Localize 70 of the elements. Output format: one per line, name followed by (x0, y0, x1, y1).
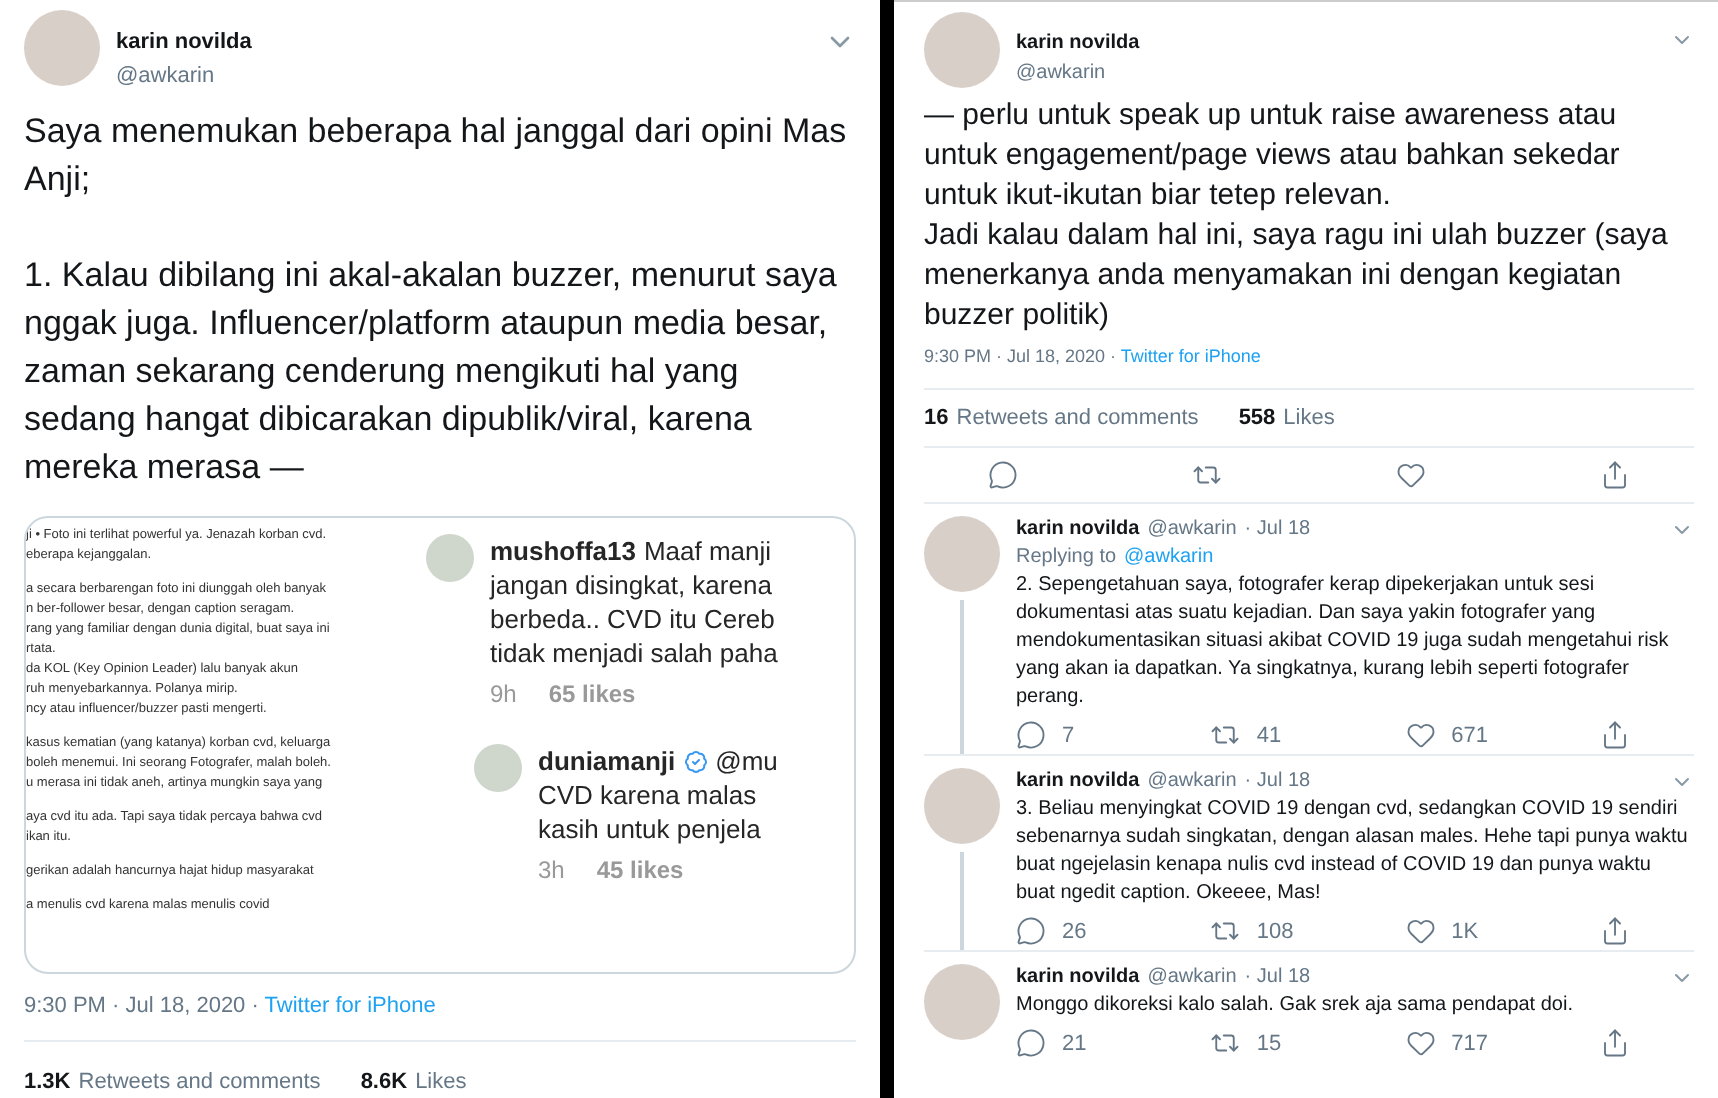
avatar (426, 534, 474, 582)
reply-date[interactable]: · Jul 18 (1244, 516, 1311, 544)
mention-link[interactable]: @awkarin (1124, 544, 1214, 572)
action-count: 26 (1062, 917, 1087, 945)
tweet-text: Jadi kalau dalam hal ini, saya ragu ini ulah buzzer (saya menerkanya anda menyamakan ini dengan kegiatan buzzer politik) (924, 216, 1670, 336)
author-handle[interactable]: @awkarin (116, 59, 808, 92)
share-icon[interactable] (1599, 916, 1630, 946)
comment-text: tidak menjadi salah paha (490, 636, 778, 670)
action-count: 15 (1256, 1029, 1282, 1057)
stat-label: Likes (1283, 403, 1335, 433)
replying-to-label: Replying to (1016, 544, 1117, 572)
like-icon[interactable] (1405, 720, 1436, 750)
comment-text: kasih untuk penjela (538, 812, 763, 846)
reply-handle[interactable]: @awkarin (1147, 516, 1237, 544)
author-name[interactable]: karin novilda (1016, 28, 1654, 58)
comment-age: 3h (538, 854, 565, 888)
reply-text: Monggo dikoreksi kalo salah. Gak srek aja sama pendapat doi. (1016, 992, 1575, 1020)
comment-mention: @mu (715, 744, 778, 778)
source-link[interactable]: Twitter for iPhone (1120, 346, 1261, 366)
stat-count: 1.3K (24, 1067, 71, 1097)
stat-label: Likes (415, 1067, 467, 1097)
tweet-timestamp: 9:30 PM · Jul 18, 2020 · (24, 994, 261, 1018)
comment-text: berbeda.. CVD itu Cereb (490, 602, 777, 636)
like-icon[interactable] (1396, 460, 1426, 490)
action-count: 717 (1451, 1029, 1489, 1057)
comment-username: mushoffa13 (490, 534, 636, 568)
reply-icon[interactable] (988, 460, 1018, 490)
comment-text: CVD karena malas (538, 778, 759, 812)
reply-handle[interactable]: @awkarin (1147, 964, 1237, 992)
tweet-text: Saya menemukan beberapa hal janggal dari opini Mas Anji; (24, 110, 849, 202)
action-count: 7 (1062, 721, 1075, 749)
comment-likes: 65 likes (548, 678, 636, 712)
action-count: 108 (1256, 917, 1294, 945)
stat-count: 558 (1238, 403, 1276, 433)
action-count: 1K (1451, 917, 1479, 945)
action-count: 671 (1451, 721, 1489, 749)
reply-text: 3. Beliau menyingkat COVID 19 dengan cvd, sedangkan COVID 19 sendiri sebenarnya sudah singkatan, dengan alasan males. Hehe tapi punya waktu buat ngejelasin kenapa nulis cvd instead of COVID 19 dan punya waktu buat ngedit caption. Okeeee, Mas! (1016, 796, 1690, 908)
stat-label: Retweets and comments (78, 1067, 321, 1097)
stat-label: Retweets and comments (956, 403, 1199, 433)
avatar (474, 744, 522, 792)
comment-likes: 45 likes (596, 854, 684, 888)
tweet-timestamp: 9:30 PM · Jul 18, 2020 · (924, 346, 1119, 366)
reply-author-name[interactable]: karin novilda (1016, 964, 1140, 992)
reply-text: 2. Sepengetahuan saya, fotografer kerap dipekerjakan untuk sesi dokumentasi atas suatu kejadian. Dan saya yakin fotografer yang mendokumentasikan situasi akibat COVID 19 juga sudah mengetahui risk yang akan ia dapatkan. Ya singkatnya, kurang lebih seperti fotografer perang. (1016, 572, 1671, 712)
share-icon[interactable] (1599, 720, 1630, 750)
reply-author-name[interactable]: karin novilda (1016, 516, 1140, 544)
comment-age: 9h (490, 678, 517, 712)
stat-count: 8.6K (360, 1067, 408, 1097)
comment-text: Maaf manji (643, 534, 772, 568)
like-icon[interactable] (1405, 916, 1436, 946)
reply-date[interactable]: · Jul 18 (1244, 964, 1311, 992)
reply-handle[interactable]: @awkarin (1147, 768, 1237, 796)
reply-icon[interactable] (1016, 1028, 1046, 1058)
tweet-text: 1. Kalau dibilang ini akal-akalan buzzer, menurut saya nggak juga. Influencer/platform ataupun media besar, zaman sekarang cenderung mengikuti hal yang sedang hangat dibicarakan dipublik/viral, karena mereka merasa — (24, 254, 839, 490)
reply-icon[interactable] (1016, 720, 1046, 750)
comment-username: duniamanji (538, 744, 676, 778)
share-icon[interactable] (1600, 460, 1630, 490)
reply-author-name[interactable]: karin novilda (1016, 768, 1140, 796)
source-link[interactable]: Twitter for iPhone (264, 994, 436, 1018)
stat-count: 16 (924, 403, 949, 433)
action-count: 21 (1062, 1029, 1087, 1057)
author-name[interactable]: karin novilda (116, 26, 808, 59)
tweet-text: — perlu untuk speak up untuk raise awareness atau untuk engagement/page views atau bahkan sekedar untuk ikut-ikutan biar tetep relevan. (924, 96, 1622, 216)
like-icon[interactable] (1405, 1028, 1436, 1058)
author-handle[interactable]: @awkarin (1016, 58, 1654, 88)
reply-date[interactable]: · Jul 18 (1244, 768, 1311, 796)
comment-text: jangan disingkat, karena (490, 568, 774, 602)
action-count: 41 (1256, 721, 1282, 749)
reply-icon[interactable] (1016, 916, 1046, 946)
share-icon[interactable] (1599, 1028, 1630, 1058)
